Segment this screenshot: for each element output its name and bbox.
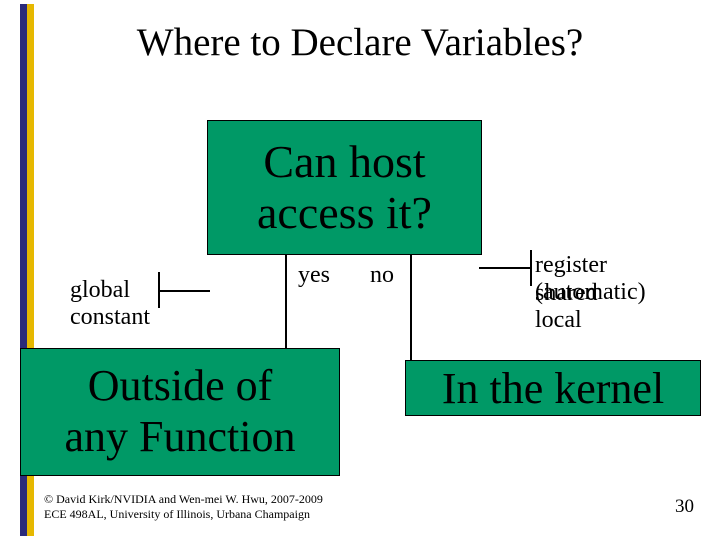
- bracket-right-h: [479, 267, 531, 269]
- outcome-yes-line2: any Function: [65, 412, 296, 463]
- decision-text-line2: access it?: [257, 188, 432, 239]
- label-constant: constant: [70, 304, 150, 331]
- outcome-yes-line1: Outside of: [65, 361, 296, 412]
- decision-box: Can host access it?: [207, 120, 482, 255]
- edge-yes-line: [285, 255, 287, 349]
- decision-text-line1: Can host: [257, 137, 432, 188]
- footer-line2: ECE 498AL, University of Illinois, Urban…: [44, 507, 323, 522]
- outcome-no-text: In the kernel: [442, 363, 664, 414]
- bracket-left-h: [158, 290, 210, 292]
- outcome-yes-box: Outside of any Function: [20, 348, 340, 476]
- edge-yes-label: yes: [298, 262, 330, 289]
- slide-title: Where to Declare Variables?: [0, 20, 720, 65]
- label-local: local: [535, 307, 582, 334]
- outcome-no-box: In the kernel: [405, 360, 701, 416]
- bracket-left-v: [158, 272, 160, 308]
- slide-number: 30: [675, 496, 694, 518]
- footer-credits: © David Kirk/NVIDIA and Wen-mei W. Hwu, …: [44, 492, 323, 522]
- label-shared: shared: [535, 280, 598, 307]
- footer-line1: © David Kirk/NVIDIA and Wen-mei W. Hwu, …: [44, 492, 323, 507]
- edge-no-line: [410, 255, 412, 360]
- bracket-right-v: [530, 250, 532, 286]
- edge-no-label: no: [370, 262, 394, 289]
- label-global: global: [70, 277, 130, 304]
